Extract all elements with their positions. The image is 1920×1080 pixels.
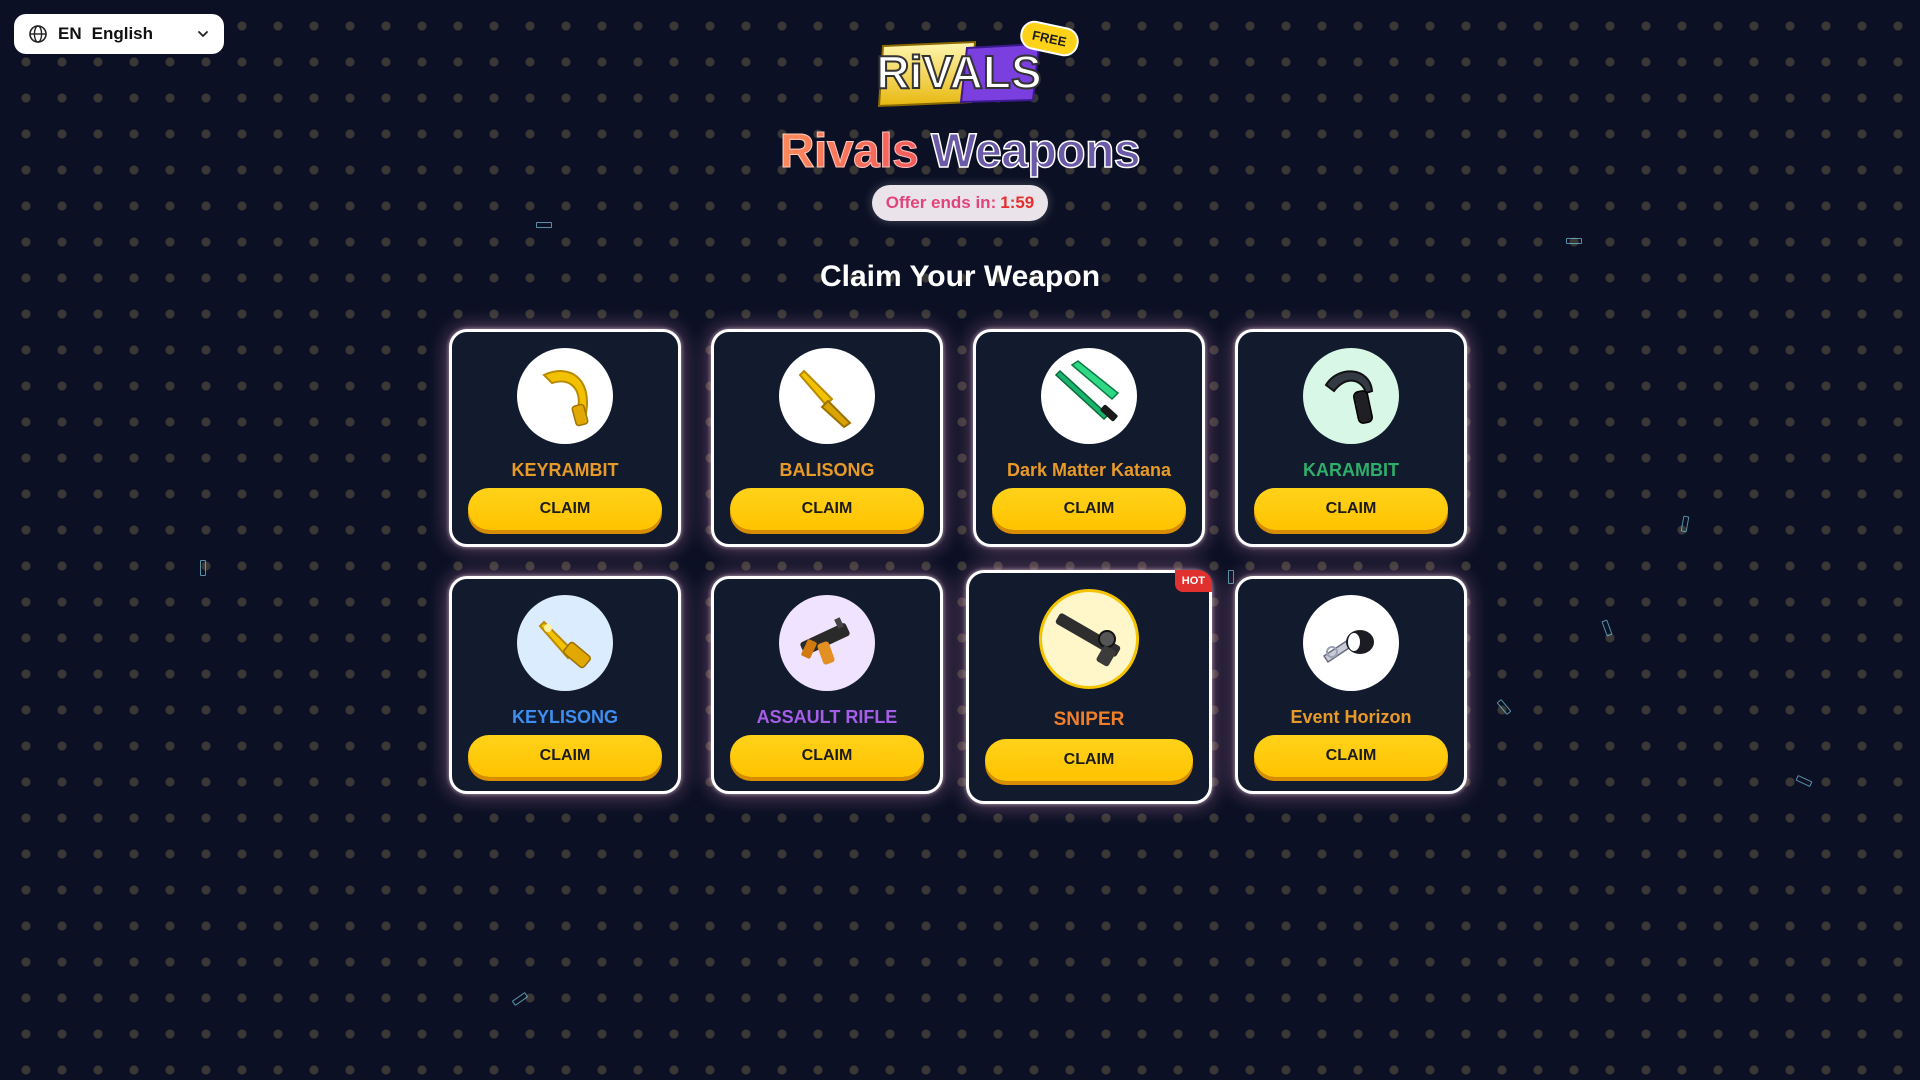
gold-key-knife-icon <box>517 595 613 691</box>
rivals-logo: RiVALS FREE <box>875 18 1082 114</box>
weapon-card-karambit: KARAMBIT CLAIM <box>1235 329 1467 547</box>
weapon-name: BALISONG <box>779 460 875 480</box>
title-weapons: Weapons <box>930 124 1141 179</box>
confetti-piece <box>1228 570 1234 584</box>
claim-button[interactable]: CLAIM <box>730 488 924 530</box>
claim-button[interactable]: CLAIM <box>1254 735 1448 777</box>
language-code: EN <box>58 24 82 43</box>
offer-timer: Offer ends in: 1:59 <box>872 185 1048 221</box>
gold-balisong-icon <box>779 348 875 444</box>
weapon-card-dark-matter-katana: Dark Matter Katana CLAIM <box>973 329 1205 547</box>
claim-button[interactable]: CLAIM <box>468 488 662 530</box>
weapon-card-balisong: BALISONG CLAIM <box>711 329 943 547</box>
weapon-name: ASSAULT RIFLE <box>756 707 898 727</box>
confetti-piece <box>1496 698 1512 716</box>
green-katana-icon <box>1041 348 1137 444</box>
claim-button[interactable]: CLAIM <box>985 739 1193 781</box>
svg-text:RiVALS: RiVALS <box>876 46 1041 98</box>
claim-button[interactable]: CLAIM <box>468 735 662 777</box>
confetti-piece <box>1601 619 1613 637</box>
weapon-card-event-horizon: Event Horizon CLAIM <box>1235 576 1467 794</box>
confetti-piece <box>200 560 206 576</box>
weapon-name: Dark Matter Katana <box>1006 460 1172 480</box>
claim-button[interactable]: CLAIM <box>730 735 924 777</box>
offer-label: Offer ends in: <box>885 193 997 212</box>
chevron-down-icon <box>196 27 210 41</box>
dark-karambit-icon <box>1303 348 1399 444</box>
weapon-name: Event Horizon <box>1290 707 1412 727</box>
weapon-name: KEYRAMBIT <box>511 460 619 480</box>
confetti-piece <box>511 991 529 1007</box>
weapon-name: SNIPER <box>1053 709 1125 730</box>
page-title: Rivals Weapons <box>0 124 1920 179</box>
gold-claw-knife-icon <box>517 348 613 444</box>
weapon-name: KEYLISONG <box>511 707 618 727</box>
confetti-piece <box>1795 774 1813 788</box>
confetti-piece <box>1680 515 1690 533</box>
language-selector[interactable]: EN English <box>14 14 224 54</box>
globe-icon <box>28 24 48 44</box>
confetti-piece <box>1566 238 1582 244</box>
claim-button[interactable]: CLAIM <box>992 488 1186 530</box>
offer-countdown: 1:59 <box>1000 193 1035 212</box>
weapon-card-keyrambit: KEYRAMBIT CLAIM <box>449 329 681 547</box>
claim-button[interactable]: CLAIM <box>1254 488 1448 530</box>
weapon-card-sniper: HOT SNIPER CLAIM <box>966 570 1212 804</box>
sniper-rifle-icon <box>1039 589 1139 689</box>
weapon-name: KARAMBIT <box>1303 460 1399 480</box>
assault-rifle-icon <box>779 595 875 691</box>
confetti-piece <box>536 222 552 228</box>
weapon-card-keylisong: KEYLISONG CLAIM <box>449 576 681 794</box>
event-horizon-icon <box>1303 595 1399 691</box>
hot-badge: HOT <box>1174 570 1212 592</box>
section-heading: Claim Your Weapon <box>819 260 1101 293</box>
language-name: English <box>91 24 154 43</box>
weapon-card-assault-rifle: ASSAULT RIFLE CLAIM <box>711 576 943 794</box>
title-rivals: Rivals <box>779 125 919 179</box>
